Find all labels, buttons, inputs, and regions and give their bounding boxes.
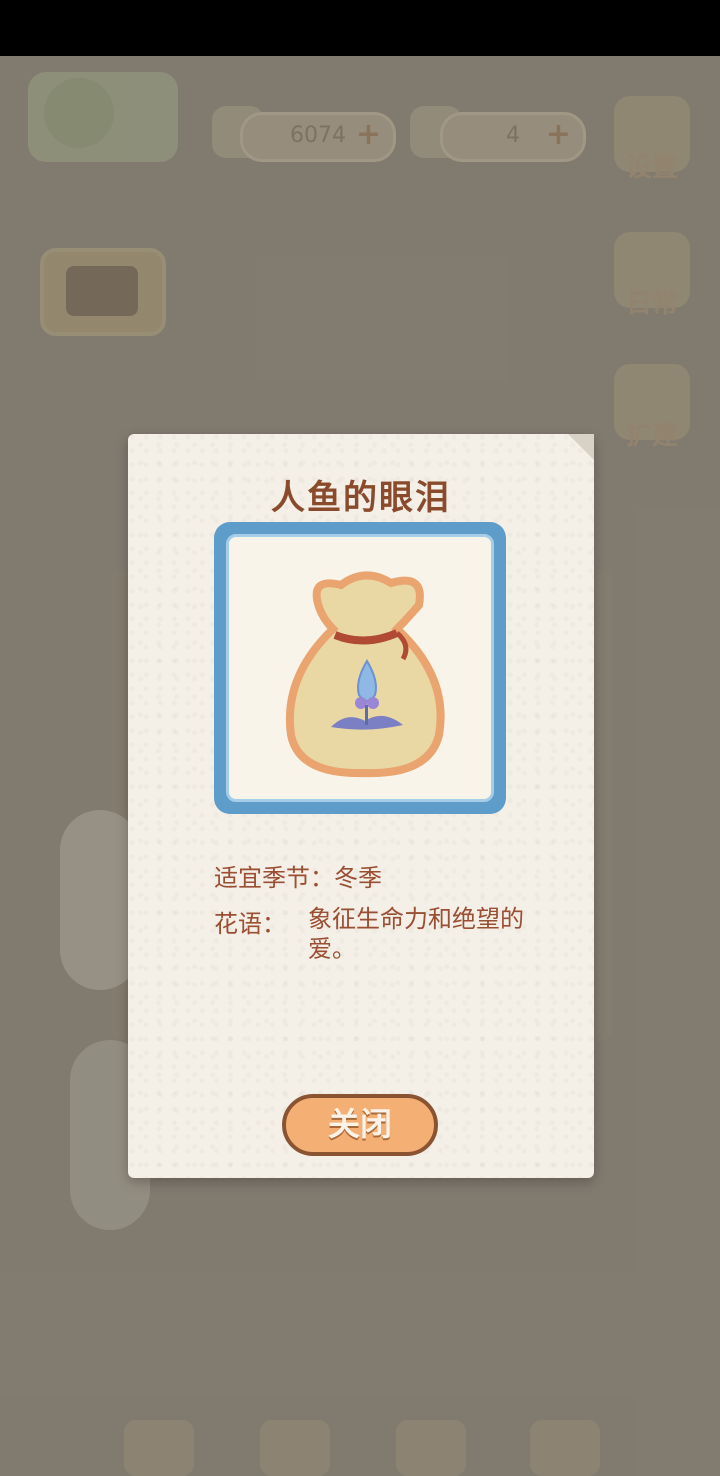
item-image-panel (226, 534, 494, 802)
flower-language-row: 花语： 象征生命力和绝望的爱。 (214, 904, 554, 974)
season-row: 适宜季节：冬季 (214, 858, 382, 893)
close-button[interactable]: 关闭 (282, 1094, 438, 1156)
season-value: 冬季 (334, 864, 382, 892)
season-label: 适宜季节： (214, 864, 334, 892)
item-detail-dialog: 人鱼的眼泪 适宜季节：冬季 花语： 象征生命力和绝望的爱。 关闭 (128, 434, 594, 1178)
item-image-frame (214, 522, 506, 814)
close-button-label: 关闭 (327, 1105, 392, 1143)
flower-language-label: 花语： (214, 910, 286, 938)
flower-language-value: 象征生命力和绝望的爱。 (308, 905, 524, 963)
item-title: 人鱼的眼泪 (271, 478, 451, 518)
paper-fold-corner (568, 434, 594, 460)
status-bar (0, 0, 720, 56)
blue-flower-icon (331, 659, 403, 730)
